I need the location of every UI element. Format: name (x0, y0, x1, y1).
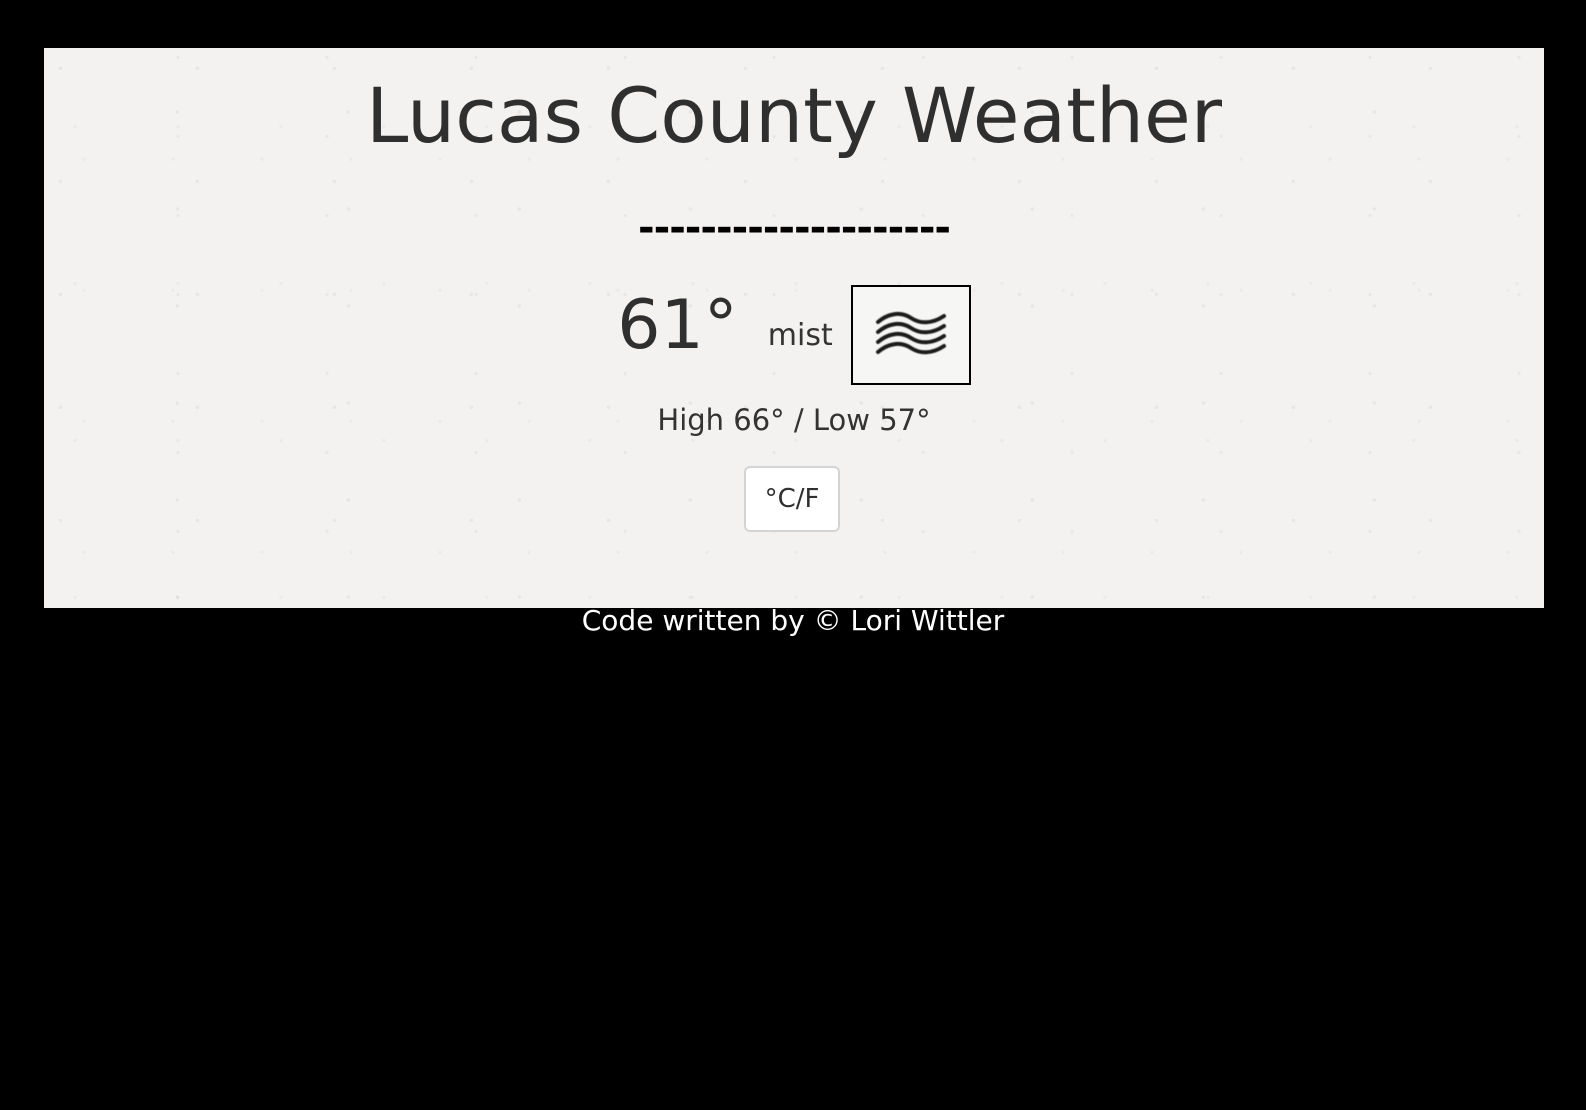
title-divider: -------------------- (637, 205, 951, 251)
unit-toggle-button[interactable]: °C/F (744, 466, 840, 532)
footer-credit: Code written by © Lori Wittler (581, 604, 1005, 637)
weather-condition: mist (767, 317, 833, 353)
weather-card: Lucas County Weather -------------------… (44, 48, 1544, 608)
page-title: Lucas County Weather (365, 71, 1223, 160)
current-temperature: 61° (617, 285, 738, 365)
current-conditions: 61° mist (44, 283, 1544, 387)
high-low-temperature: High 66° / Low 57° (657, 403, 931, 437)
mist-icon (875, 311, 946, 355)
weather-icon-frame (850, 285, 971, 385)
